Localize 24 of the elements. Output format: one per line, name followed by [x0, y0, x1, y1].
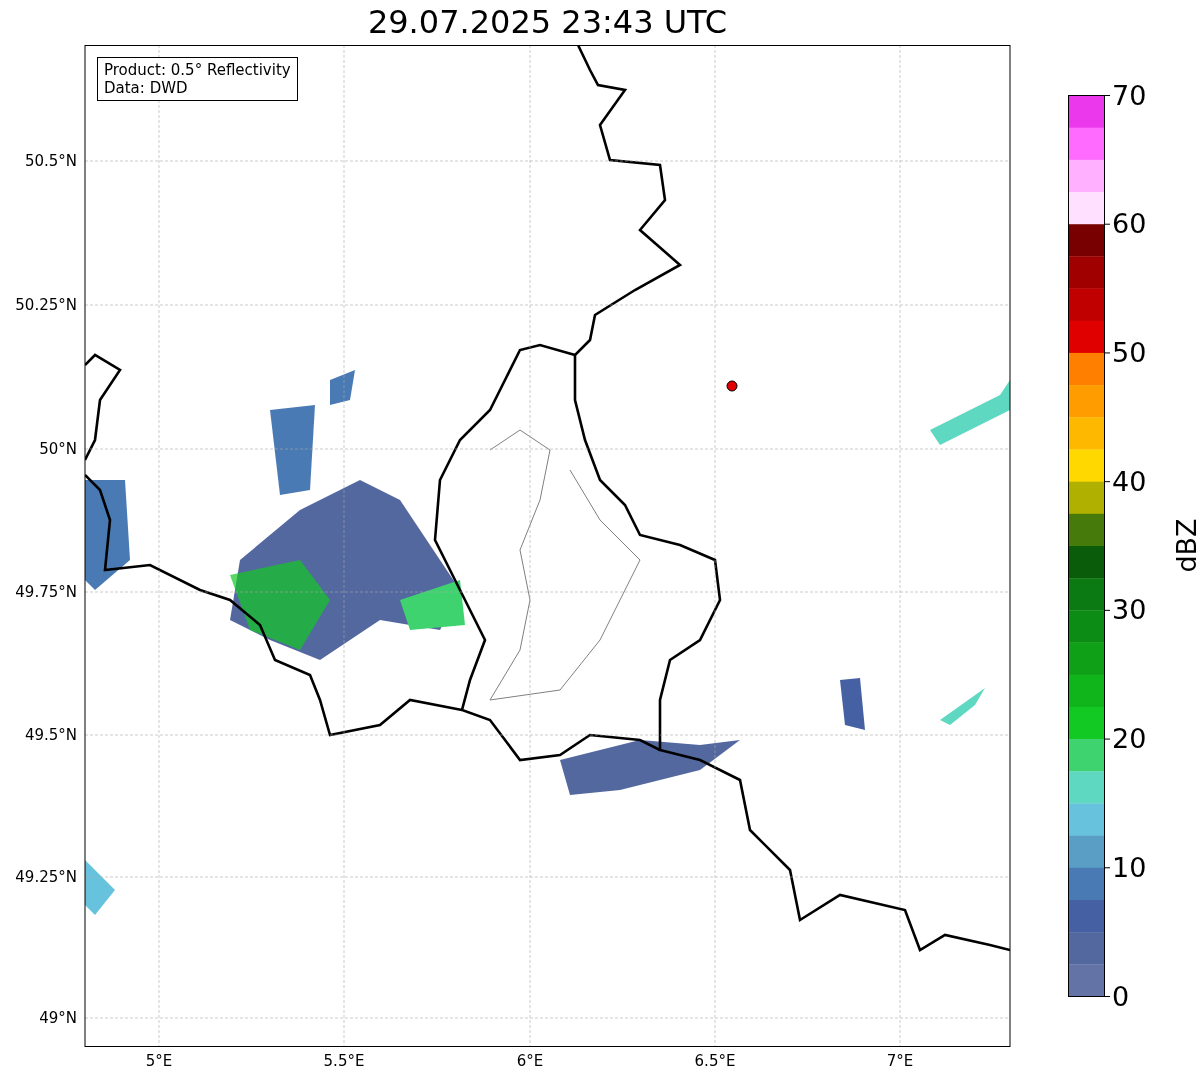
colorbar-tick-label: 50	[1112, 336, 1147, 368]
info-text: Data: DWD	[104, 79, 189, 97]
latitude-label: 50.5°N	[24, 152, 77, 170]
info-text: Product: 0.5° Reflectivity	[104, 61, 291, 79]
longitude-label: 6°E	[516, 1052, 544, 1070]
longitude-label: 7°E	[886, 1052, 914, 1070]
latitude-label: 50.25°N	[15, 296, 77, 314]
latitude-label: 49.25°N	[15, 868, 77, 886]
longitude-label: 6.5°E	[694, 1052, 736, 1070]
latitude-label: 49°N	[39, 1009, 77, 1027]
latitude-label: 50°N	[39, 440, 77, 458]
chart-title: 29.07.2025 23:43 UTC	[367, 2, 728, 43]
colorbar-tick-label: 0	[1112, 980, 1130, 1012]
longitude-label: 5.5°E	[323, 1052, 365, 1070]
colorbar-tick-label: 60	[1112, 208, 1147, 240]
colorbar-tick-label: 30	[1112, 594, 1147, 626]
latitude-label: 49.75°N	[15, 583, 77, 601]
colorbar-tick-label: 20	[1112, 723, 1147, 755]
colorbar-label: dBZ	[1171, 518, 1202, 573]
colorbar-tick-label: 40	[1112, 465, 1147, 497]
latitude-label: 49.5°N	[24, 726, 77, 744]
colorbar-tick-label: 70	[1112, 80, 1147, 111]
longitude-label: 5°E	[145, 1052, 173, 1070]
colorbar-tick-label: 10	[1112, 851, 1147, 883]
